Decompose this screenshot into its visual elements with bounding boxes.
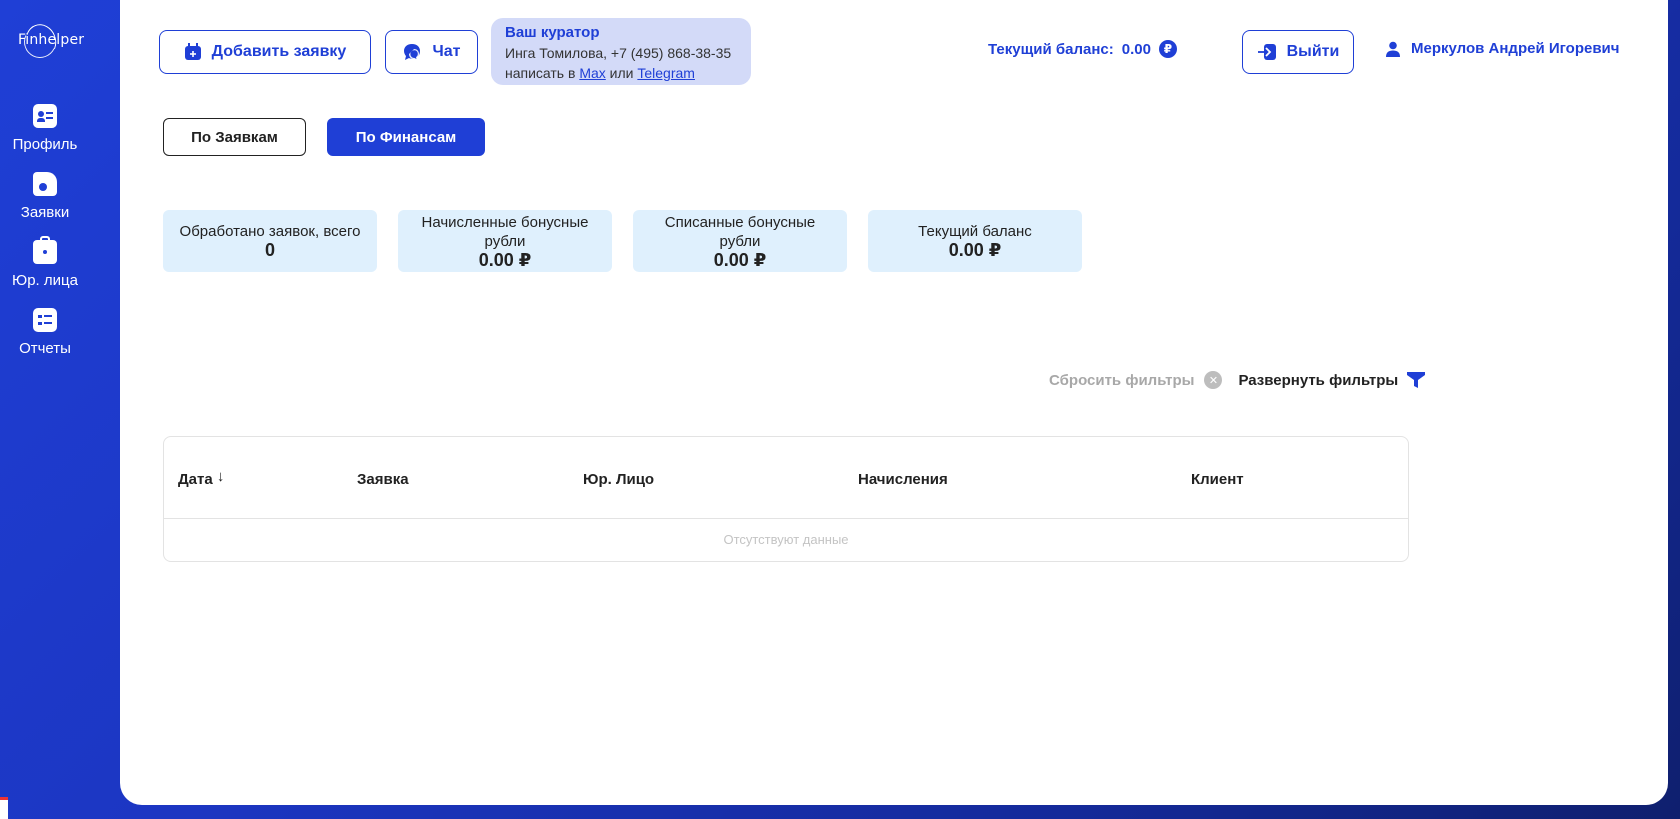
column-header-client[interactable]: Клиент <box>1191 471 1244 488</box>
expand-filters-label: Развернуть фильтры <box>1238 371 1399 389</box>
table-header: Дата ↓ Заявка Юр. Лицо Начисления Клиент <box>164 437 1408 519</box>
column-header-accruals[interactable]: Начисления <box>858 471 948 488</box>
column-label: Дата <box>178 471 213 488</box>
sidebar-item-label: Отчеты <box>19 340 71 357</box>
logout-icon <box>1257 44 1276 60</box>
add-request-label: Добавить заявку <box>211 43 347 60</box>
logo-text: Finhelper <box>18 32 85 48</box>
curator-or-text: или <box>609 65 634 81</box>
stat-card-accrued: Начисленные бонусные рубли 0.00 ₽ <box>398 210 612 272</box>
curator-write-line: написать в Max или Telegram <box>505 63 737 83</box>
sidebar-item-label: Заявки <box>20 204 70 221</box>
user-name: Меркулов Андрей Игоревич <box>1411 40 1620 57</box>
reset-filters-button[interactable]: Сбросить фильтры ✕ <box>1049 371 1223 389</box>
document-icon <box>33 172 57 196</box>
sidebar-item-requests[interactable]: Заявки <box>0 172 90 221</box>
main-panel: Добавить заявку Чат Ваш куратор Инга Том… <box>120 0 1668 805</box>
chat-button[interactable]: Чат <box>385 30 478 74</box>
curator-telegram-link[interactable]: Telegram <box>637 65 695 81</box>
filter-controls: Сбросить фильтры ✕ Развернуть фильтры <box>1049 371 1426 389</box>
user-profile-link[interactable]: Меркулов Андрей Игоревич <box>1385 40 1620 57</box>
empty-state-text: Отсутствуют данные <box>723 532 849 547</box>
logout-label: Выйти <box>1286 43 1340 60</box>
curator-write-prefix: написать в <box>505 65 576 81</box>
curator-card: Ваш куратор Инга Томилова, +7 (495) 868-… <box>491 18 751 85</box>
checklist-icon <box>33 308 57 332</box>
ruble-icon: ₽ <box>1158 40 1177 58</box>
filter-funnel-icon <box>1407 372 1426 388</box>
finance-table: Дата ↓ Заявка Юр. Лицо Начисления Клиент… <box>163 436 1409 562</box>
column-header-legal-entity[interactable]: Юр. Лицо <box>583 471 654 488</box>
close-circle-icon: ✕ <box>1204 371 1223 389</box>
sidebar-item-profile[interactable]: Профиль <box>0 104 90 153</box>
balance-value: 0.00 <box>1121 40 1151 58</box>
stat-card-balance: Текущий баланс 0.00 ₽ <box>868 210 1082 272</box>
stat-card-written-off: Списанные бонусные рубли 0.00 ₽ <box>633 210 847 272</box>
balance-label: Текущий баланс: <box>988 40 1114 58</box>
sidebar-item-label: Юр. лица <box>12 272 78 289</box>
stat-label: Начисленные бонусные рубли <box>421 213 589 250</box>
stat-label: Списанные бонусные рубли <box>664 213 816 250</box>
sidebar-item-label: Профиль <box>12 136 78 153</box>
add-request-button[interactable]: Добавить заявку <box>159 30 371 74</box>
curator-contact: Инга Томилова, +7 (495) 868-38-35 <box>505 45 732 61</box>
sidebar: Finhelper Профиль Заявки Юр. лица Отчеты <box>0 0 120 819</box>
sort-down-arrow-icon: ↓ <box>216 468 225 485</box>
chat-bubbles-icon <box>403 44 420 61</box>
stat-label: Текущий баланс <box>918 223 1032 240</box>
calendar-add-icon <box>184 43 201 60</box>
stat-value: 0 <box>264 240 275 260</box>
tab-by-finance[interactable]: По Финансам <box>327 118 485 156</box>
stat-card-processed: Обработано заявок, всего 0 <box>163 210 377 272</box>
profile-card-icon <box>33 104 57 128</box>
stat-label: Обработано заявок, всего <box>179 223 361 240</box>
column-header-date[interactable]: Дата ↓ <box>178 468 225 488</box>
tab-by-requests[interactable]: По Заявкам <box>163 118 306 156</box>
curator-title: Ваш куратор <box>505 24 600 41</box>
finhelper-logo[interactable]: Finhelper <box>18 19 88 63</box>
chat-label: Чат <box>432 43 461 60</box>
reset-filters-label: Сбросить фильтры <box>1049 371 1195 389</box>
header-balance: Текущий баланс: 0.00 ₽ <box>988 40 1177 58</box>
user-icon <box>1386 41 1400 57</box>
sidebar-item-legal-entities[interactable]: Юр. лица <box>0 236 90 289</box>
stat-value: 0.00 ₽ <box>478 249 532 270</box>
sidebar-item-reports[interactable]: Отчеты <box>0 308 90 357</box>
corner-marker <box>0 797 8 819</box>
stat-value: 0.00 ₽ <box>713 249 767 270</box>
column-header-request[interactable]: Заявка <box>357 471 409 488</box>
expand-filters-button[interactable]: Развернуть фильтры <box>1238 371 1426 389</box>
logout-button[interactable]: Выйти <box>1242 30 1354 74</box>
curator-max-link[interactable]: Max <box>579 65 605 81</box>
briefcase-icon <box>33 236 57 264</box>
stat-value: 0.00 ₽ <box>948 240 1002 260</box>
